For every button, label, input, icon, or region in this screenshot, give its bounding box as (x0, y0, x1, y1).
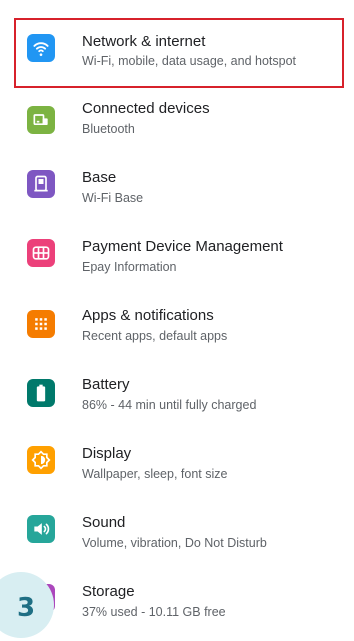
settings-item-base[interactable]: Base Wi-Fi Base (0, 158, 354, 227)
item-title: Base (82, 169, 117, 186)
item-title: Payment Device Management (82, 238, 283, 255)
item-subtitle: Epay Information (82, 260, 177, 274)
item-title: Apps & notifications (82, 307, 214, 324)
item-subtitle: Bluetooth (82, 122, 135, 136)
battery-icon (27, 379, 55, 407)
settings-item-payment-device[interactable]: Payment Device Management Epay Informati… (0, 227, 354, 296)
step-number: 3 (16, 593, 36, 623)
settings-item-apps-notifications[interactable]: Apps & notifications Recent apps, defaul… (0, 296, 354, 365)
item-subtitle: Wi-Fi Base (82, 191, 144, 205)
item-title: Network & internet (82, 33, 206, 50)
item-subtitle: 37% used - 10.11 GB free (82, 605, 226, 619)
settings-item-network[interactable]: Network & internet Wi-Fi, mobile, data u… (0, 20, 354, 89)
item-subtitle: Volume, vibration, Do Not Disturb (82, 536, 267, 550)
settings-item-sound[interactable]: Sound Volume, vibration, Do Not Disturb (0, 503, 354, 572)
wifi-icon (27, 34, 55, 62)
item-title: Sound (82, 514, 126, 531)
item-subtitle: Recent apps, default apps (82, 329, 228, 343)
settings-item-connected-devices[interactable]: Connected devices Bluetooth (0, 89, 354, 158)
sound-icon (27, 515, 55, 543)
base-device-icon (27, 170, 55, 198)
item-title: Display (82, 445, 132, 462)
item-title: Storage (82, 583, 135, 600)
item-title: Connected devices (82, 100, 210, 117)
connected-devices-icon (27, 106, 55, 134)
item-subtitle: 86% - 44 min until fully charged (82, 398, 257, 412)
payment-device-icon (27, 239, 55, 267)
display-brightness-icon (27, 446, 55, 474)
item-subtitle: Wi-Fi, mobile, data usage, and hotspot (82, 54, 297, 68)
item-subtitle: Wallpaper, sleep, font size (82, 467, 228, 481)
apps-grid-icon (27, 310, 55, 338)
settings-item-display[interactable]: Display Wallpaper, sleep, font size (0, 434, 354, 503)
item-title: Battery (82, 376, 130, 393)
settings-item-battery[interactable]: Battery 86% - 44 min until fully charged (0, 365, 354, 434)
